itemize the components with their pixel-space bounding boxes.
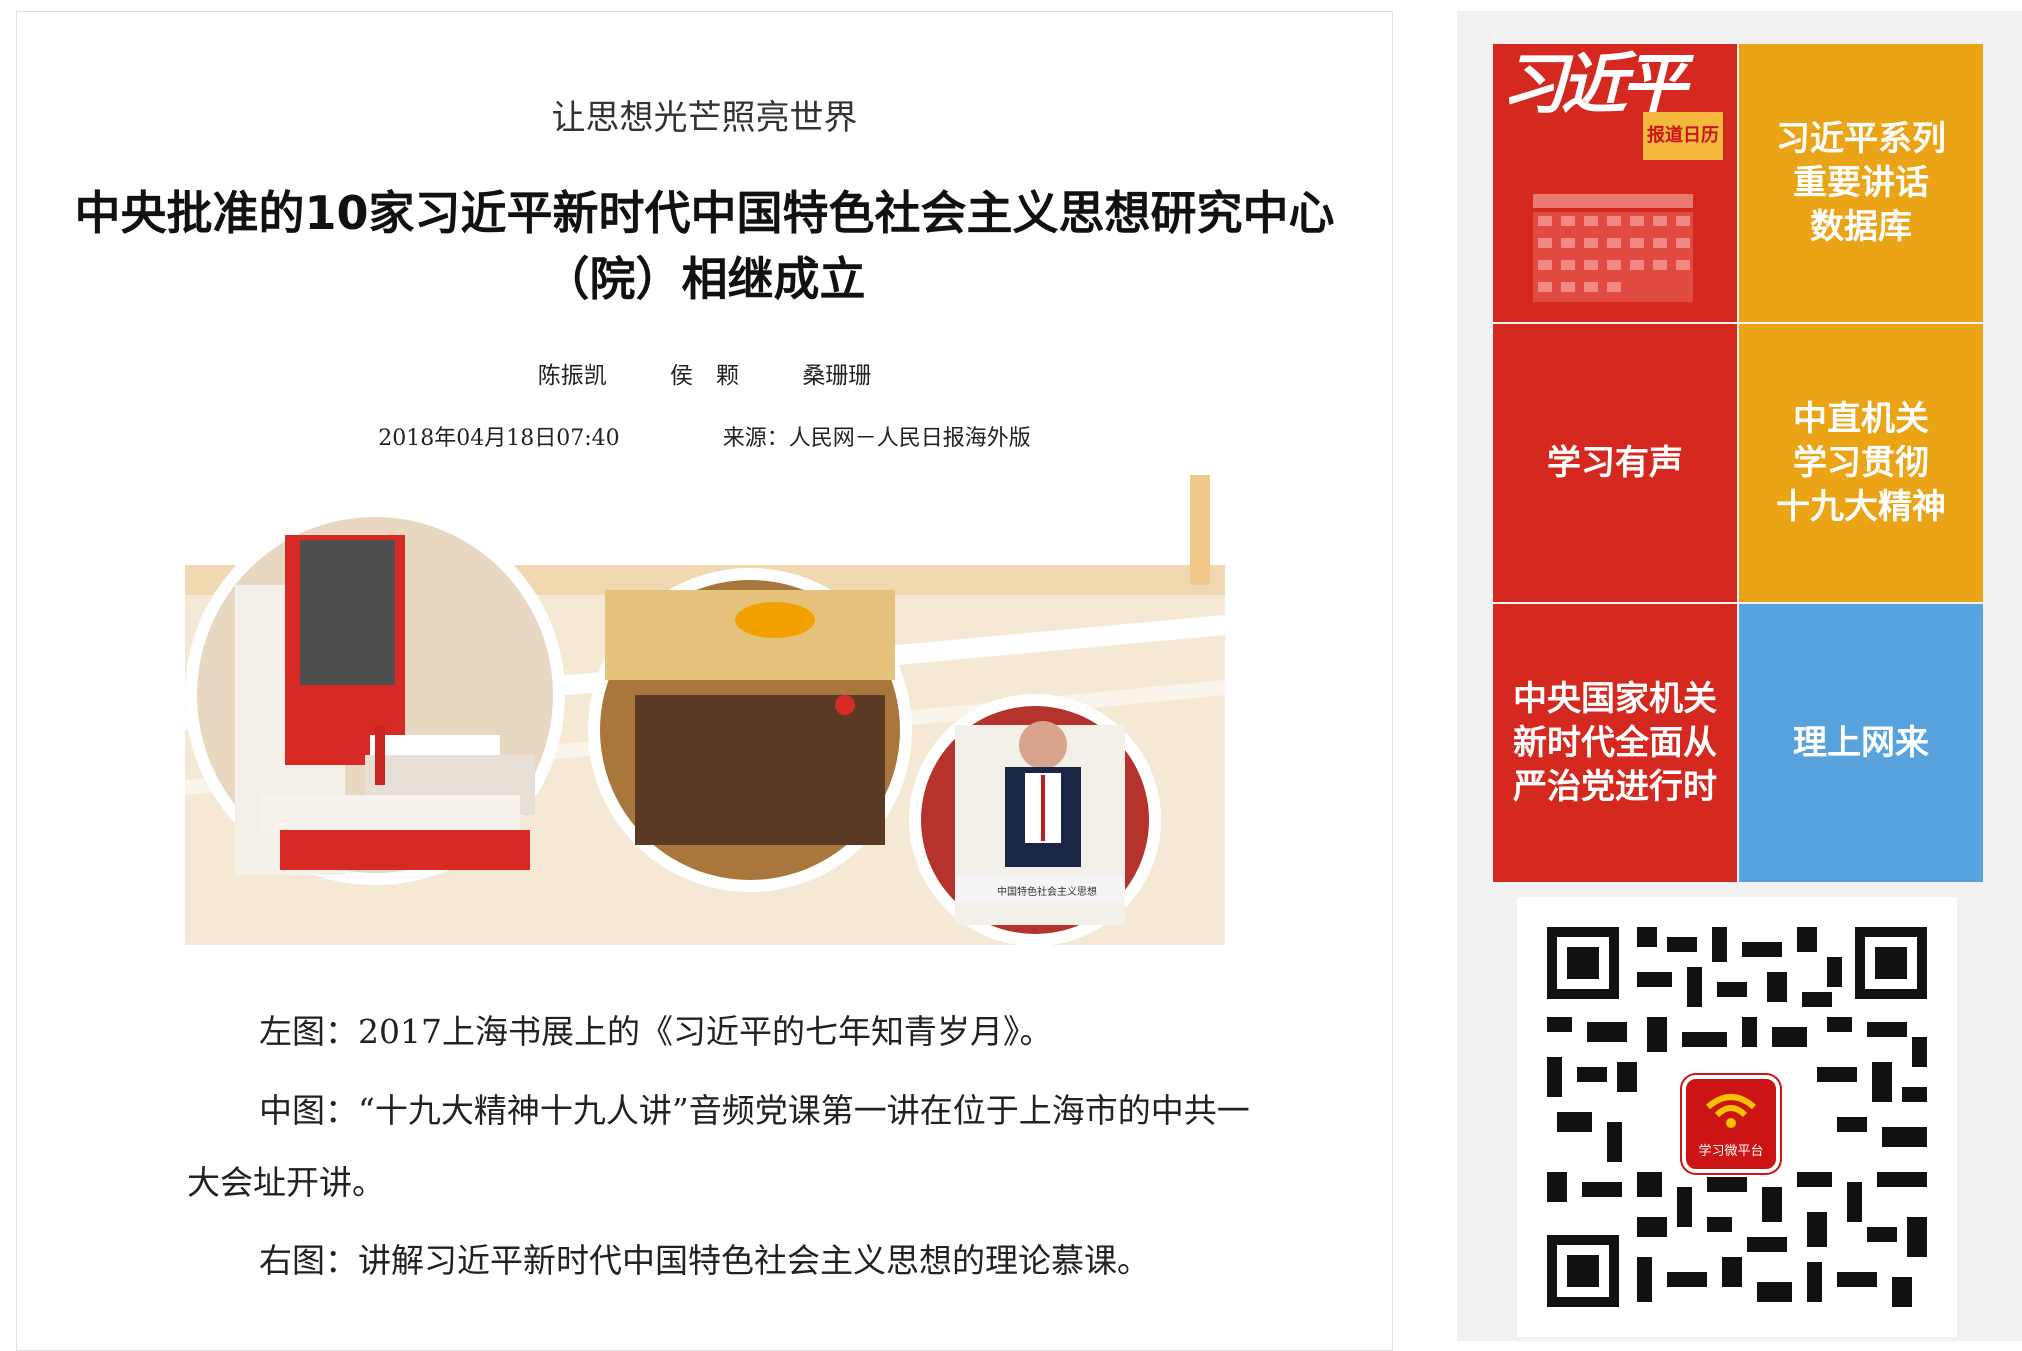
tile-report-calendar[interactable]: 习近平 报道日历 — [1493, 44, 1737, 322]
tile-study-audio[interactable]: 学习有声 — [1493, 324, 1737, 602]
tile-label: 理上网来 — [1793, 723, 1929, 763]
tile-label: 习近平系列 重要讲话 数据库 — [1776, 119, 1946, 247]
calendar-subtitle: 报道日历 — [1643, 112, 1723, 160]
author-name: 陈振凯 — [537, 363, 607, 389]
tile-speech-database[interactable]: 习近平系列 重要讲话 数据库 — [1739, 44, 1983, 322]
caption-middle: 中图：“十九大精神十九人讲”音频党课第一讲在位于上海市的中共一大会址开讲。 — [187, 1091, 1250, 1202]
author-name: 侯 颗 — [670, 363, 739, 389]
qr-logo: 学习微平台 — [1682, 1075, 1780, 1173]
article-meta: 2018年04月18日07:40 来源：人民网－人民日报海外版 — [17, 420, 1392, 452]
calendar-title: 习近平 — [1501, 45, 1687, 123]
tile-theory-online[interactable]: 理上网来 — [1739, 604, 1983, 882]
tile-label: 中直机关 学习贯彻 十九大精神 — [1776, 399, 1946, 527]
tile-label: 中央国家机关 新时代全面从 严治党进行时 — [1513, 679, 1717, 807]
author-name: 桑珊珊 — [802, 363, 872, 389]
tile-central-organs-study[interactable]: 中直机关 学习贯彻 十九大精神 — [1739, 324, 1983, 602]
calendar-icon — [1533, 194, 1693, 302]
photo-collage-graphic: 中国特色社会主义思想 — [185, 475, 1225, 967]
caption-right: 右图：讲解习近平新时代中国特色社会主义思想的理论慕课。 — [259, 1241, 1150, 1280]
inset-caption: 中国特色社会主义思想 — [997, 885, 1097, 898]
article-date: 2018年04月18日07:40 — [378, 426, 620, 451]
tile-party-governance[interactable]: 中央国家机关 新时代全面从 严治党进行时 — [1493, 604, 1737, 882]
article-panel: 让思想光芒照亮世界 中央批准的10家习近平新时代中国特色社会主义思想研究中心（院… — [16, 11, 1393, 1351]
article-source: 来源：人民网－人民日报海外版 — [722, 426, 1031, 451]
caption-left: 左图：2017上海书展上的《习近平的七年知青岁月》。 — [259, 1012, 1053, 1051]
article-photo-collage: 中国特色社会主义思想 — [185, 475, 1225, 967]
qr-logo-label: 学习微平台 — [1698, 1144, 1764, 1159]
qr-code[interactable]: 学习微平台 — [1517, 897, 1957, 1337]
article-authors: 陈振凯 侯 颗 桑珊珊 — [17, 356, 1392, 390]
article-headline: 中央批准的10家习近平新时代中国特色社会主义思想研究中心（院）相继成立 — [74, 186, 1335, 306]
wifi-icon — [1706, 1094, 1756, 1128]
tile-label: 学习有声 — [1547, 443, 1683, 483]
article-kicker: 让思想光芒照亮世界 — [551, 98, 858, 138]
